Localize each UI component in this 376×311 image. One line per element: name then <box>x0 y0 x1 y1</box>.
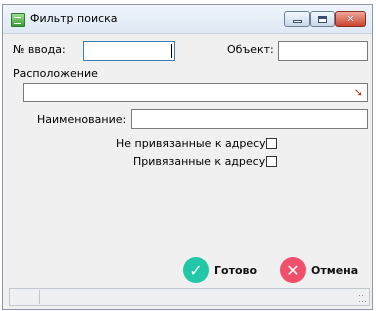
not-linked-checkbox[interactable] <box>266 138 277 149</box>
name-label: Наименование: <box>37 113 127 126</box>
status-bar: . .. . . <box>9 288 370 306</box>
minimize-icon <box>292 20 302 23</box>
object-field[interactable] <box>278 41 368 61</box>
checkmark-icon: ✓ <box>183 257 209 283</box>
window-title: Фильтр поиска <box>30 12 118 25</box>
cancel-button[interactable]: ✕ Отмена <box>280 257 358 283</box>
location-picker-icon[interactable]: ➘ <box>354 86 363 99</box>
text-cursor <box>171 44 172 58</box>
resize-grip-icon[interactable]: . .. . . <box>358 290 367 304</box>
app-icon <box>11 13 25 27</box>
input-no-field[interactable] <box>83 41 175 61</box>
status-divider <box>39 290 40 304</box>
maximize-icon <box>318 15 327 23</box>
linked-checkbox[interactable] <box>266 156 277 167</box>
not-linked-label: Не привязанные к адресу <box>116 137 266 150</box>
input-no-label: № ввода: <box>13 43 66 56</box>
name-field[interactable] <box>131 109 368 129</box>
minimize-button[interactable] <box>284 11 310 27</box>
cancel-x-icon: ✕ <box>280 257 306 283</box>
maximize-button[interactable] <box>310 11 335 27</box>
location-field[interactable]: ➘ <box>23 83 368 102</box>
close-button[interactable]: ✕ <box>335 11 366 27</box>
location-label: Расположение <box>13 67 98 80</box>
linked-label: Привязанные к адресу <box>133 155 266 168</box>
ok-button-label: Готово <box>214 263 258 277</box>
search-filter-window: Фильтр поиска ✕ № ввода: Объект: Располо… <box>2 4 373 310</box>
object-label: Объект: <box>227 43 274 56</box>
ok-button[interactable]: ✓ Готово <box>183 257 257 283</box>
cancel-button-label: Отмена <box>311 263 359 277</box>
title-bar[interactable]: Фильтр поиска ✕ <box>3 5 372 34</box>
close-icon: ✕ <box>346 13 355 25</box>
